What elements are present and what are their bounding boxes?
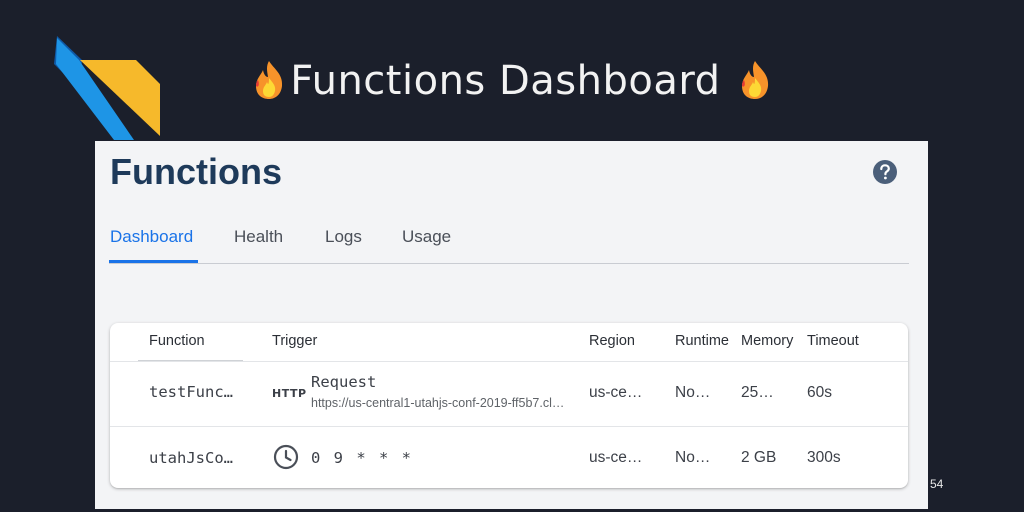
slide-title-text: Functions Dashboard (290, 58, 721, 104)
trigger-label: Request (311, 373, 377, 391)
page-title: Functions (110, 151, 282, 192)
tab-health[interactable]: Health (234, 225, 283, 261)
column-header-trigger[interactable]: Trigger (272, 323, 317, 359)
tab-usage[interactable]: Usage (402, 225, 451, 261)
tab-logs[interactable]: Logs (325, 225, 362, 261)
column-header-region[interactable]: Region (589, 323, 635, 359)
help-icon[interactable] (872, 159, 898, 185)
http-trigger-badge: HTTP (272, 387, 307, 400)
active-tab-indicator (109, 260, 198, 263)
memory-cell: 2 GB (741, 449, 777, 466)
clock-icon (273, 444, 299, 470)
runtime-cell: No… (675, 384, 711, 401)
divider (110, 426, 908, 427)
timeout-cell: 300s (807, 449, 841, 466)
trigger-schedule: 0 9 * * * (311, 449, 413, 467)
function-name[interactable]: utahJsCo… (149, 449, 233, 467)
functions-table: Function Trigger Region Runtime Memory T… (110, 323, 908, 488)
tab-bar: Dashboard Health Logs Usage (109, 225, 909, 264)
column-header-timeout[interactable]: Timeout (807, 323, 859, 359)
function-name[interactable]: testFunc… (149, 383, 233, 401)
region-cell: us-ce… (589, 449, 643, 466)
slide-page-number: 54 (930, 477, 944, 491)
column-header-function[interactable]: Function (149, 323, 205, 359)
column-header-runtime[interactable]: Runtime (675, 323, 729, 359)
firebase-console-screenshot: Functions Dashboard Health Logs Usage Fu… (95, 141, 928, 509)
region-cell: us-ce… (589, 384, 643, 401)
divider (110, 361, 908, 362)
slide-title: Functions Dashboard (0, 58, 1024, 104)
runtime-cell: No… (675, 449, 711, 466)
fire-icon (256, 61, 283, 99)
column-header-memory[interactable]: Memory (741, 323, 793, 359)
fire-icon (741, 61, 768, 99)
trigger-url[interactable]: https://us-central1-utahjs-conf-2019-ff5… (311, 396, 564, 410)
tab-dashboard[interactable]: Dashboard (110, 225, 193, 261)
timeout-cell: 60s (807, 384, 832, 401)
memory-cell: 25… (741, 384, 774, 401)
